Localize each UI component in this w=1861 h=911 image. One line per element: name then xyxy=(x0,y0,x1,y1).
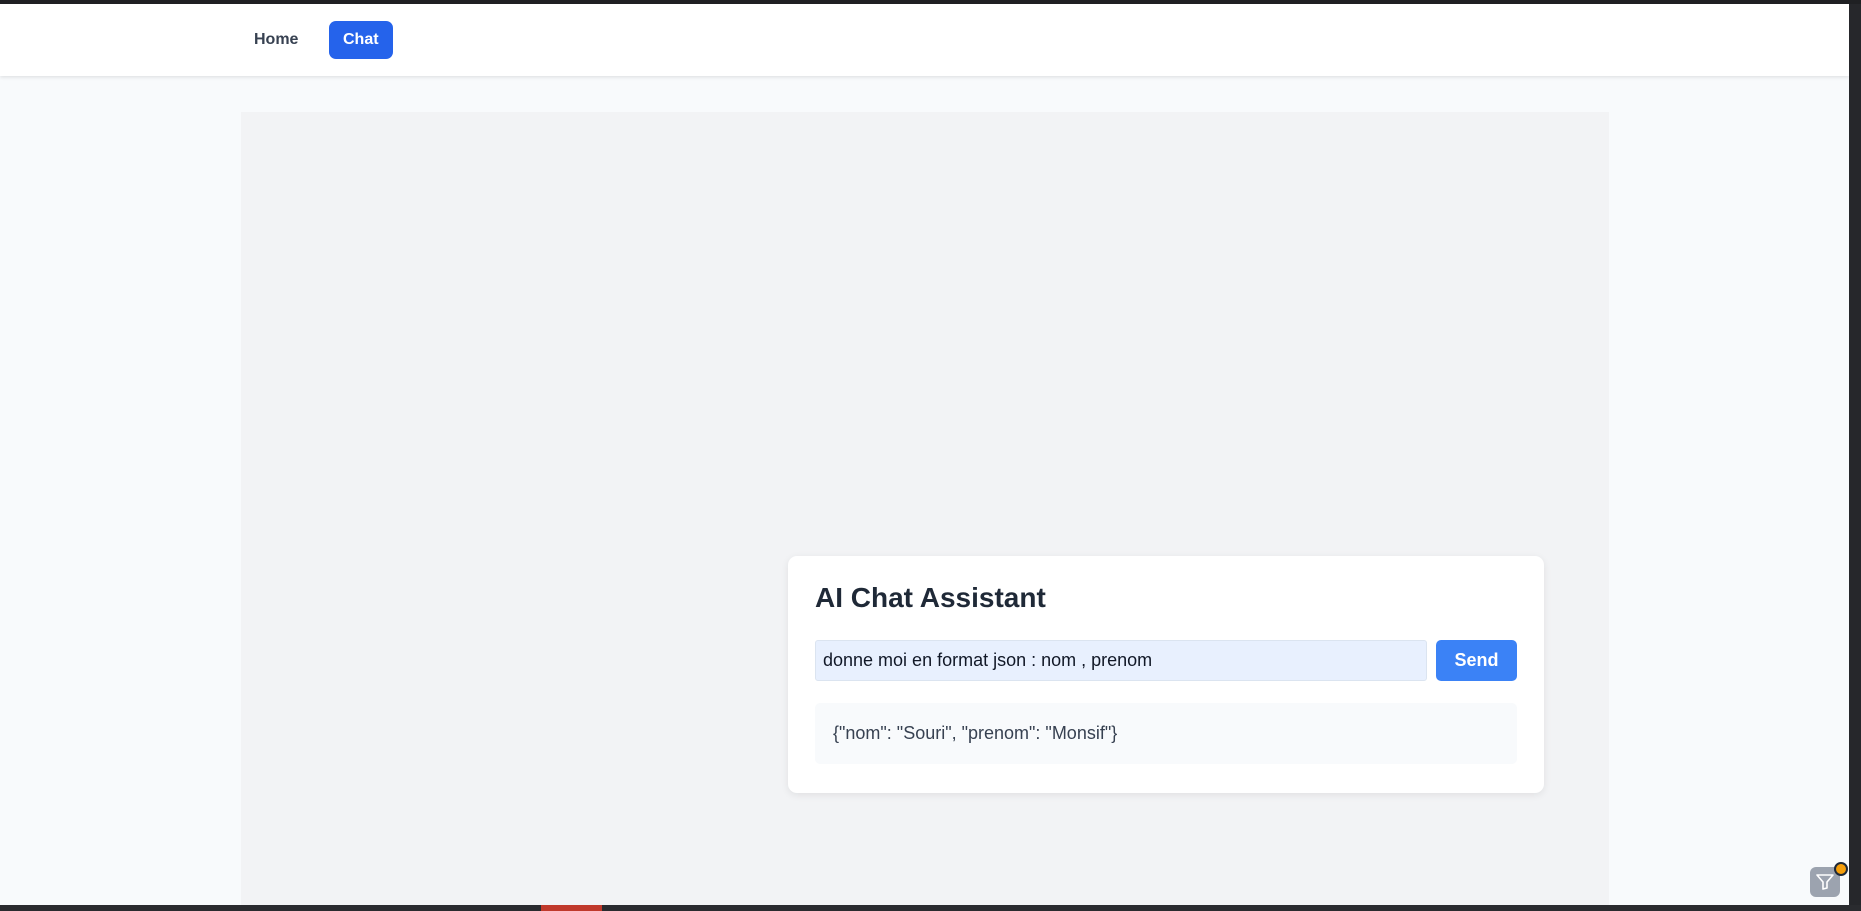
top-navbar: Home Chat xyxy=(0,4,1849,76)
notification-dot xyxy=(1834,862,1848,876)
chat-message-input[interactable] xyxy=(815,640,1427,681)
nav-home-link[interactable]: Home xyxy=(240,21,312,59)
taskbar-strip xyxy=(0,905,1861,911)
nav-chat-link[interactable]: Chat xyxy=(329,21,393,59)
page-scrollbar[interactable] xyxy=(1849,4,1861,905)
floating-helper-button[interactable] xyxy=(1810,862,1848,897)
chat-title: AI Chat Assistant xyxy=(815,582,1046,613)
chat-response: {"nom": "Souri", "prenom": "Monsif"} xyxy=(815,703,1517,764)
send-button[interactable]: Send xyxy=(1436,640,1517,681)
main-content-area: AI Chat Assistant Send {"nom": "Souri", … xyxy=(241,112,1609,905)
chat-card: AI Chat Assistant Send {"nom": "Souri", … xyxy=(788,556,1544,793)
browser-viewport: Home Chat AI Chat Assistant Send {"nom":… xyxy=(0,4,1849,905)
taskbar-active-tab xyxy=(541,905,602,911)
